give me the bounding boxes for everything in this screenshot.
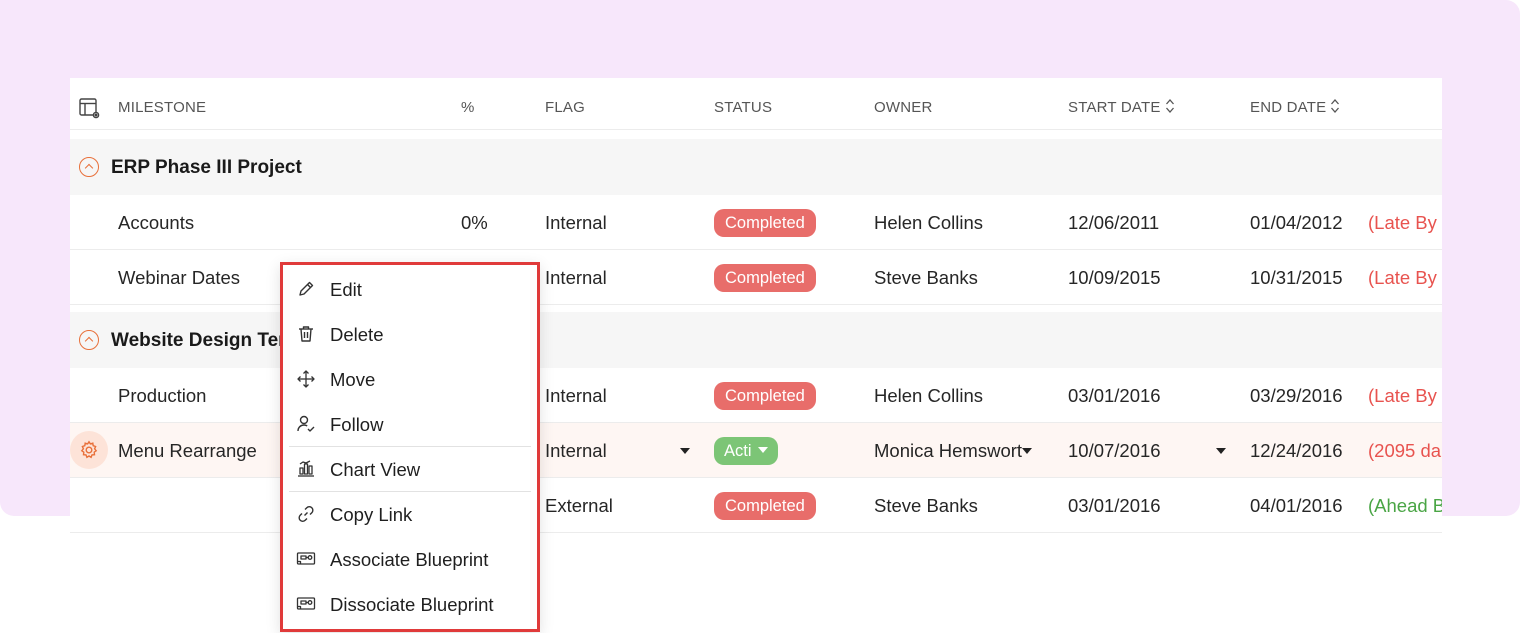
- end-date-value[interactable]: 12/24/2016: [1250, 423, 1343, 479]
- schedule-note: (Late By 1: [1368, 267, 1442, 288]
- start-date-value[interactable]: 10/07/2016: [1068, 423, 1161, 479]
- column-settings-icon[interactable]: [79, 98, 101, 125]
- owner-dropdown-icon: [1022, 447, 1033, 454]
- menu-item-label: Move: [330, 369, 376, 390]
- menu-item-associate-blueprint[interactable]: Associate Blueprint: [283, 537, 537, 581]
- schedule-note: (Late By 5: [1368, 385, 1442, 406]
- start-date-value: 12/06/2011: [1068, 212, 1160, 233]
- end-date-label: END DATE: [1250, 99, 1327, 116]
- status-badge[interactable]: Completed: [714, 264, 816, 292]
- end-date-value: 03/29/2016: [1250, 385, 1343, 406]
- status-badge[interactable]: Completed: [714, 209, 816, 237]
- schedule-note: (Late By 2: [1368, 212, 1442, 233]
- owner-name: Helen Collins: [874, 385, 983, 406]
- start-date-value: 03/01/2016: [1068, 495, 1161, 516]
- pencil-icon: [299, 281, 314, 296]
- trash-icon: [299, 326, 313, 342]
- milestone-name[interactable]: Webinar Dates: [118, 250, 240, 306]
- start-date-value: 03/01/2016: [1068, 385, 1161, 406]
- status-badge[interactable]: Completed: [714, 492, 816, 520]
- table-row-hovered[interactable]: Menu Rearrange Internal Acti Monica Hems…: [70, 423, 1442, 478]
- menu-item-label: Delete: [330, 324, 384, 345]
- menu-item-move[interactable]: Move: [283, 357, 537, 401]
- column-header-status[interactable]: STATUS: [714, 78, 772, 130]
- sort-icon: [1331, 99, 1340, 114]
- collapse-toggle-icon[interactable]: [79, 157, 99, 177]
- schedule-note: (2095 da: [1368, 440, 1442, 461]
- milestone-name[interactable]: Menu Rearrange: [118, 423, 257, 479]
- flag-dropdown-icon[interactable]: [680, 423, 690, 479]
- column-header-owner[interactable]: OWNER: [874, 78, 933, 130]
- menu-item-label: Edit: [330, 279, 362, 300]
- menu-item-copy-link[interactable]: Copy Link: [283, 492, 537, 536]
- menu-item-label: Chart View: [330, 459, 421, 480]
- milestone-name[interactable]: Production: [118, 368, 206, 424]
- row-context-menu: Edit Delete Move Follow Chart View Copy …: [280, 262, 540, 632]
- follow-user-icon: [297, 415, 315, 432]
- table-header: MILESTONE % FLAG STATUS OWNER START DATE…: [70, 78, 1442, 130]
- owner-name: Monica Hemswort: [874, 440, 1023, 461]
- menu-item-dissociate-blueprint[interactable]: Dissociate Blueprint: [283, 582, 537, 626]
- menu-item-label: Associate Blueprint: [330, 549, 489, 570]
- group-title: Website Design Ter: [111, 330, 286, 351]
- column-header-start-date[interactable]: START DATE: [1068, 78, 1175, 130]
- column-header-milestone[interactable]: MILESTONE: [118, 78, 206, 130]
- end-date-value: 10/31/2015: [1250, 267, 1343, 288]
- menu-item-label: Follow: [330, 414, 384, 435]
- milestone-name[interactable]: Accounts: [118, 195, 194, 251]
- blueprint-icon: [296, 552, 316, 565]
- flag-value: Internal: [545, 267, 607, 288]
- owner-select[interactable]: Monica Hemswort: [874, 423, 1033, 479]
- menu-item-label: Dissociate Blueprint: [330, 594, 494, 615]
- move-arrows-icon: [297, 370, 315, 388]
- owner-name: Steve Banks: [874, 267, 978, 288]
- status-badge-active[interactable]: Acti: [714, 437, 778, 465]
- collapse-toggle-icon[interactable]: [79, 330, 99, 350]
- milestones-table: MILESTONE % FLAG STATUS OWNER START DATE…: [70, 78, 1442, 534]
- flag-value: Internal: [545, 212, 607, 233]
- flag-value[interactable]: Internal: [545, 423, 607, 479]
- menu-item-label: Copy Link: [330, 504, 413, 525]
- end-date-value: 04/01/2016: [1250, 495, 1343, 516]
- menu-item-edit[interactable]: Edit: [283, 267, 537, 311]
- owner-name: Steve Banks: [874, 495, 978, 516]
- group-row[interactable]: ERP Phase III Project: [70, 139, 1442, 195]
- percent-value: 0%: [461, 212, 488, 233]
- column-header-end-date[interactable]: END DATE: [1250, 78, 1340, 130]
- end-date-value: 01/04/2012: [1250, 212, 1343, 233]
- link-icon: [298, 505, 314, 523]
- status-dropdown-icon: [757, 447, 768, 454]
- owner-name: Helen Collins: [874, 212, 983, 233]
- flag-value: External: [545, 495, 613, 516]
- table-row[interactable]: Production Internal Completed Helen Coll…: [70, 368, 1442, 423]
- group-title: ERP Phase III Project: [111, 157, 302, 178]
- start-date-label: START DATE: [1068, 99, 1161, 116]
- column-header-percent[interactable]: %: [461, 78, 475, 130]
- sort-icon: [1165, 99, 1174, 114]
- start-date-value: 10/09/2015: [1068, 267, 1161, 288]
- status-badge[interactable]: Completed: [714, 382, 816, 410]
- menu-item-delete[interactable]: Delete: [283, 312, 537, 356]
- menu-item-chart-view[interactable]: Chart View: [283, 447, 537, 491]
- menu-item-follow[interactable]: Follow: [283, 402, 537, 446]
- chart-view-icon: [298, 460, 314, 477]
- column-header-flag[interactable]: FLAG: [545, 78, 585, 130]
- start-date-dropdown-icon[interactable]: [1216, 423, 1226, 479]
- gear-icon: [80, 440, 98, 459]
- group-row[interactable]: Website Design Ter: [70, 312, 1442, 368]
- status-label: Acti: [724, 442, 752, 460]
- table-row[interactable]: Accounts 0% Internal Completed Helen Col…: [70, 195, 1442, 250]
- schedule-note: (Ahead B: [1368, 495, 1442, 516]
- blueprint-icon: [296, 597, 316, 610]
- row-settings-button[interactable]: [70, 431, 108, 469]
- table-row[interactable]: Webinar Dates Internal Completed Steve B…: [70, 250, 1442, 305]
- flag-value: Internal: [545, 385, 607, 406]
- table-row[interactable]: External Completed Steve Banks 03/01/201…: [70, 478, 1442, 533]
